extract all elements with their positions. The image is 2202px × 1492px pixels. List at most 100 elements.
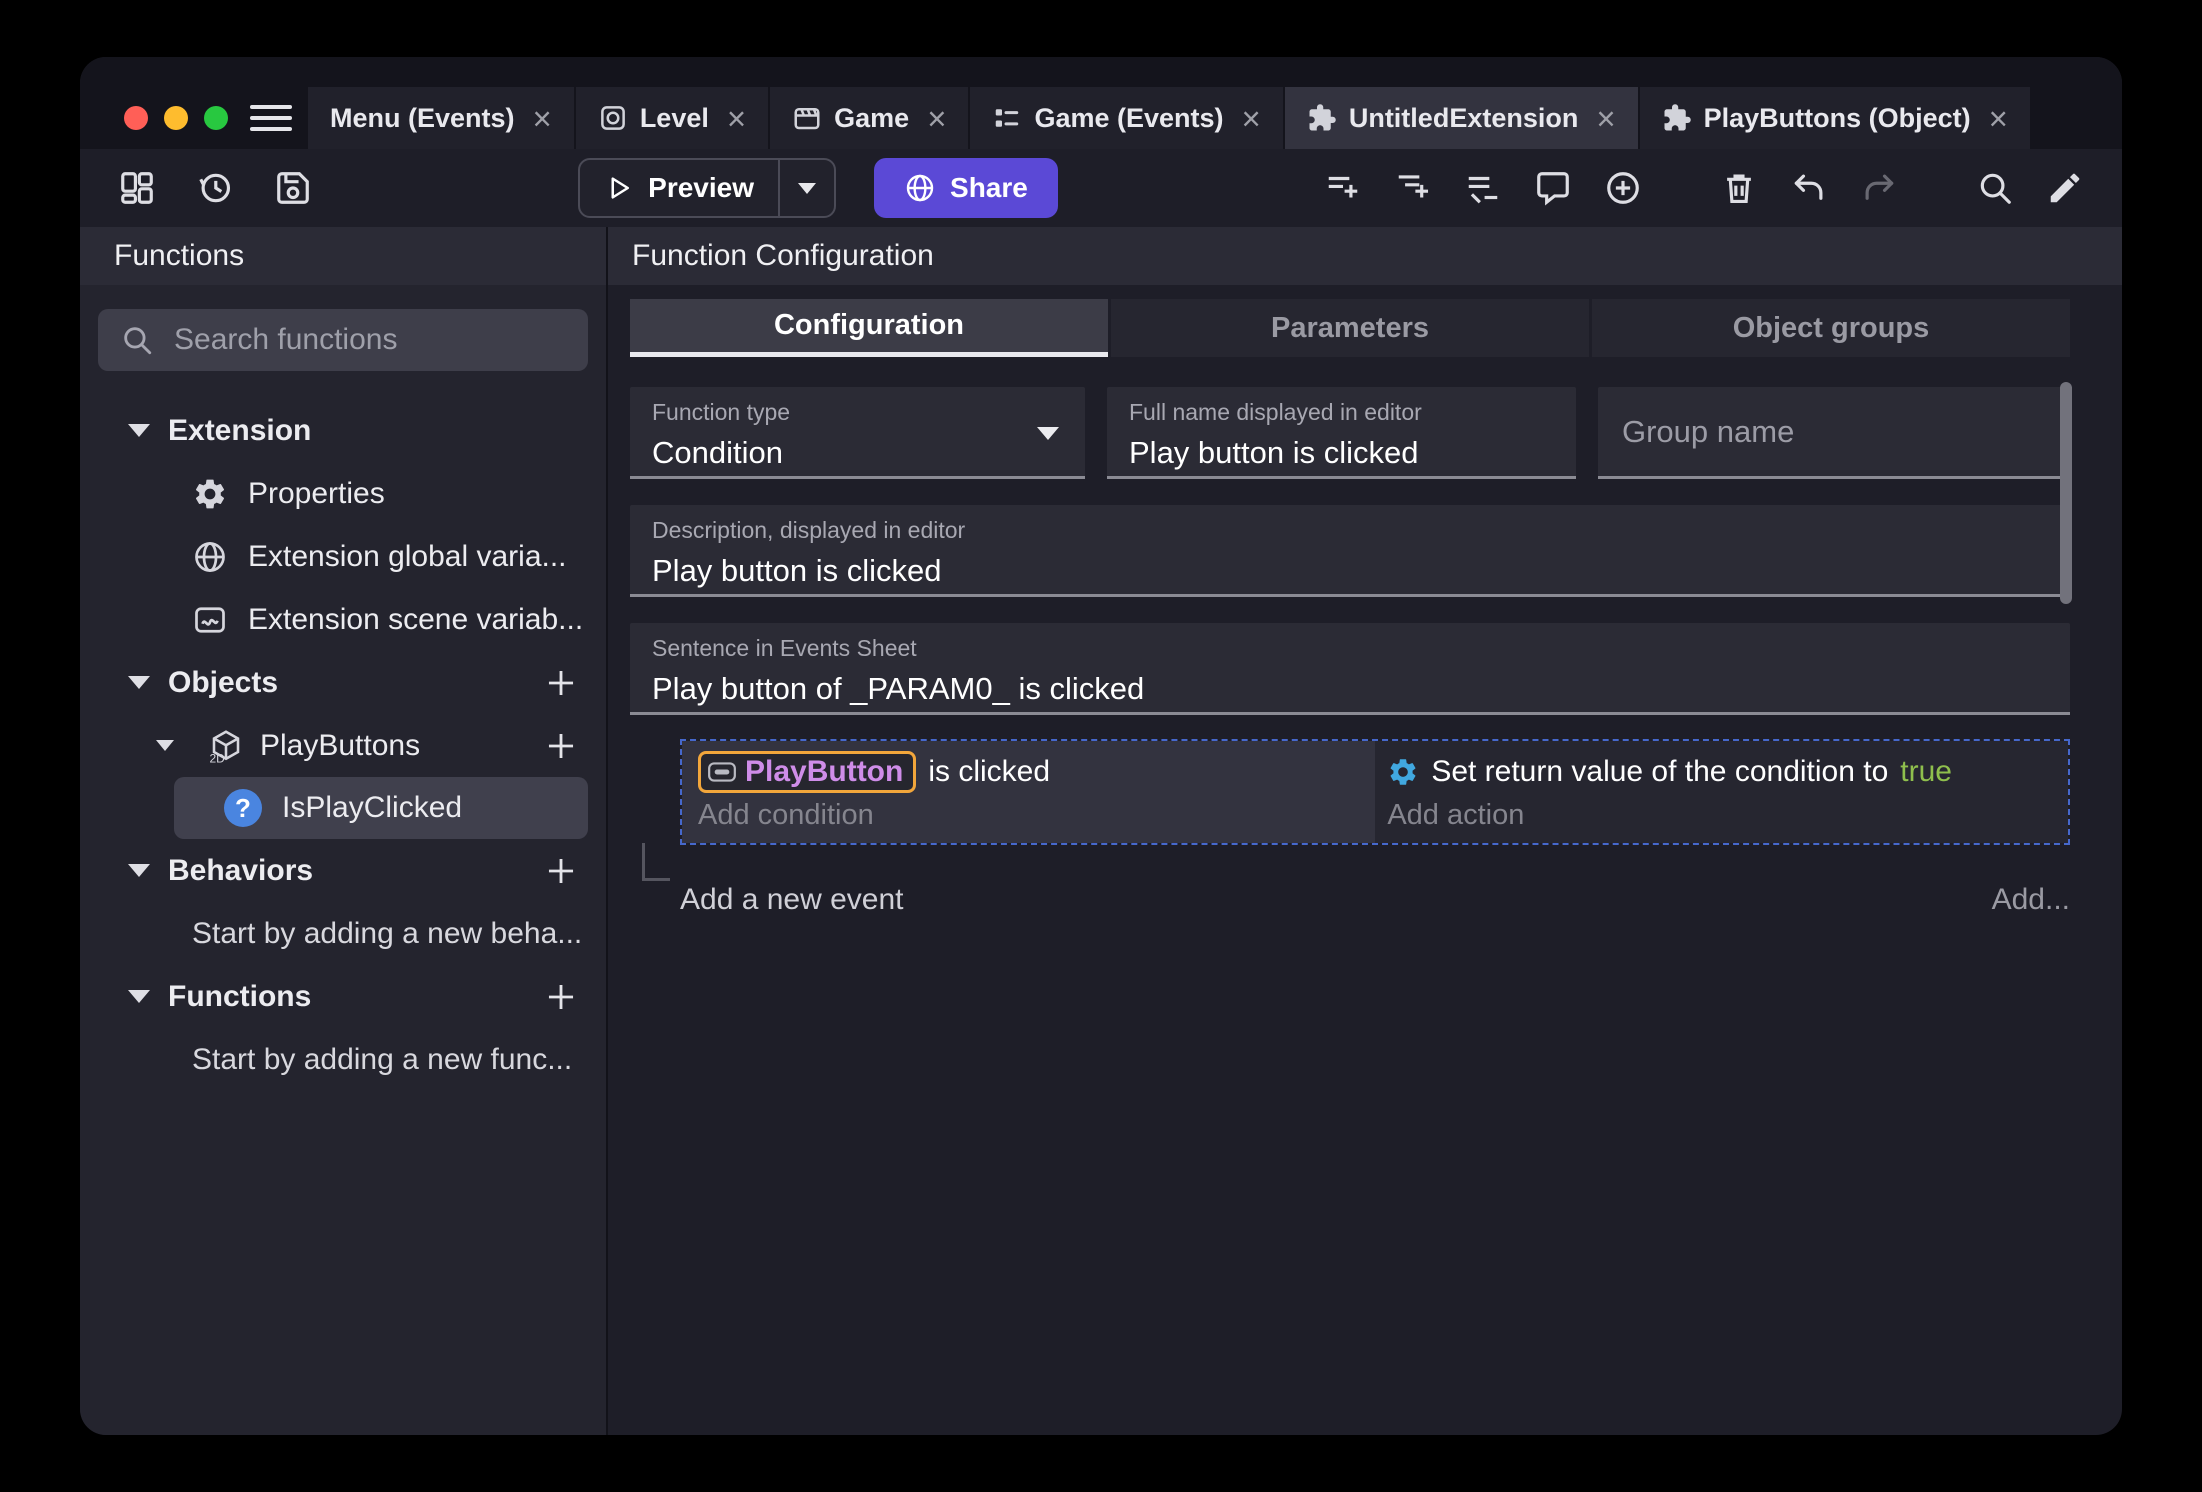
save-icon[interactable] <box>274 169 312 207</box>
preview-button[interactable]: Preview <box>578 158 837 218</box>
tab-game-events[interactable]: Game (Events) × <box>970 87 1285 149</box>
edit-pen-icon[interactable] <box>2046 169 2084 207</box>
event-row[interactable]: PlayButton is clicked Add condition Set … <box>642 739 2070 881</box>
chevron-down-icon <box>798 182 817 194</box>
field-value: Play button of _PARAM0_ is clicked <box>652 671 1145 706</box>
add-function-to-object-button[interactable] <box>544 729 578 763</box>
conditions-column: PlayButton is clicked Add condition <box>682 741 1376 843</box>
main-menu-icon[interactable] <box>250 87 292 149</box>
tab-parameters[interactable]: Parameters <box>1111 299 1589 357</box>
remove-event-icon[interactable] <box>1464 169 1502 207</box>
close-icon[interactable]: × <box>927 102 946 135</box>
search-functions-box[interactable] <box>98 309 588 371</box>
trash-icon[interactable] <box>1720 169 1758 207</box>
close-icon[interactable]: × <box>1596 102 1615 135</box>
close-window-button[interactable] <box>124 106 148 130</box>
project-manager-icon[interactable] <box>118 169 156 207</box>
search-icon[interactable] <box>1976 169 2014 207</box>
tree-item-scene-variables[interactable]: Extension scene variab... <box>80 588 606 651</box>
history-icon[interactable] <box>196 169 234 207</box>
scene-icon <box>598 103 628 133</box>
gear-icon <box>1387 756 1419 788</box>
section-label: Behaviors <box>168 853 314 887</box>
tree-item-playbuttons[interactable]: 2D PlayButtons <box>80 714 606 777</box>
preview-dropdown-button[interactable] <box>780 182 834 194</box>
tree-item-properties[interactable]: Properties <box>80 462 606 525</box>
condition-instruction[interactable]: PlayButton is clicked <box>698 749 1375 795</box>
configuration-tabs: Configuration Parameters Object groups <box>630 299 2070 357</box>
add-function-button[interactable] <box>544 980 578 1014</box>
extension-puzzle-icon <box>1307 103 1337 133</box>
tab-label: Level <box>639 102 709 133</box>
svg-text:2D: 2D <box>210 751 226 764</box>
add-condition-button[interactable]: Add condition <box>698 797 1375 833</box>
tab-playbuttons-object[interactable]: PlayButtons (Object) × <box>1639 87 2032 149</box>
tab-level[interactable]: Level × <box>575 87 771 149</box>
comment-icon[interactable] <box>1534 169 1572 207</box>
redo-icon[interactable] <box>1860 169 1898 207</box>
tree-section-behaviors[interactable]: Behaviors <box>80 839 606 902</box>
tab-configuration[interactable]: Configuration <box>630 299 1108 357</box>
tree-item-isplayclicked[interactable]: ? IsPlayClicked <box>174 777 588 839</box>
description-field[interactable]: Description, displayed in editor Play bu… <box>630 505 2070 597</box>
condition-text: is clicked <box>928 755 1051 788</box>
section-label: Objects <box>168 665 279 699</box>
close-icon[interactable]: × <box>1242 102 1261 135</box>
tab-menu-events[interactable]: Menu (Events) × <box>308 87 576 149</box>
tab-bar: Menu (Events) × Level × Game × Game (Eve… <box>80 57 2122 149</box>
add-circle-icon[interactable] <box>1604 169 1642 207</box>
tree-section-functions[interactable]: Functions <box>80 965 606 1028</box>
group-name-input[interactable] <box>1620 412 2048 451</box>
add-more-button[interactable]: Add... <box>1992 883 2070 917</box>
search-icon <box>124 327 152 355</box>
tree-item-label: Properties <box>248 476 385 510</box>
vertical-scrollbar[interactable] <box>2060 382 2072 604</box>
play-icon <box>611 177 630 199</box>
share-label: Share <box>950 172 1028 203</box>
sentence-field[interactable]: Sentence in Events Sheet Play button of … <box>630 623 2070 715</box>
action-text: Set return value of the condition to <box>1431 755 1889 788</box>
extension-tree: Extension Properties Extension global va… <box>80 383 606 1107</box>
triangle-down-icon <box>128 864 150 877</box>
action-instruction[interactable]: Set return value of the condition to tru… <box>1387 749 2068 795</box>
group-name-field[interactable] <box>1598 387 2070 479</box>
toolbar: Preview Share <box>80 149 2122 227</box>
close-icon[interactable]: × <box>727 102 746 135</box>
function-type-select[interactable]: Function type Condition <box>630 387 1085 479</box>
tab-game[interactable]: Game × <box>770 87 971 149</box>
selected-object-chip[interactable]: PlayButton <box>698 751 917 793</box>
add-subevent-icon[interactable] <box>1394 169 1432 207</box>
tree-section-extension[interactable]: Extension <box>80 399 606 462</box>
add-object-button[interactable] <box>544 666 578 700</box>
tree-item-label: IsPlayClicked <box>282 791 463 824</box>
tree-item-label: PlayButtons <box>260 728 421 762</box>
close-icon[interactable]: × <box>533 102 552 135</box>
close-icon[interactable]: × <box>1989 102 2008 135</box>
tree-section-objects[interactable]: Objects <box>80 651 606 714</box>
maximize-window-button[interactable] <box>204 106 228 130</box>
add-event-icon[interactable] <box>1324 169 1362 207</box>
share-button[interactable]: Share <box>874 158 1058 218</box>
preview-label: Preview <box>648 172 755 203</box>
triangle-down-icon <box>128 676 150 689</box>
actions-column: Set return value of the condition to tru… <box>1375 741 2068 843</box>
tab-object-groups[interactable]: Object groups <box>1592 299 2070 357</box>
sidebar-title: Functions <box>80 227 606 285</box>
add-behavior-button[interactable] <box>544 854 578 888</box>
search-functions-input[interactable] <box>172 322 566 358</box>
tab-untitled-extension[interactable]: UntitledExtension × <box>1284 87 1640 149</box>
section-label: Extension <box>168 413 312 447</box>
triangle-down-icon <box>128 990 150 1003</box>
tab-label: Game <box>834 102 910 133</box>
add-new-event-button[interactable]: Add a new event <box>680 883 904 917</box>
app-window: Menu (Events) × Level × Game × Game (Eve… <box>80 57 2122 1435</box>
functions-sidebar: Functions Extension Properties <box>80 227 608 1435</box>
tree-item-global-variables[interactable]: Extension global varia... <box>80 525 606 588</box>
add-action-button[interactable]: Add action <box>1387 797 2068 833</box>
functions-empty-hint: Start by adding a new func... <box>192 1042 573 1076</box>
globe-icon <box>906 174 934 202</box>
undo-icon[interactable] <box>1790 169 1828 207</box>
minimize-window-button[interactable] <box>164 106 188 130</box>
field-label: Full name displayed in editor <box>1129 399 1422 425</box>
full-name-field[interactable]: Full name displayed in editor Play butto… <box>1107 387 1576 479</box>
